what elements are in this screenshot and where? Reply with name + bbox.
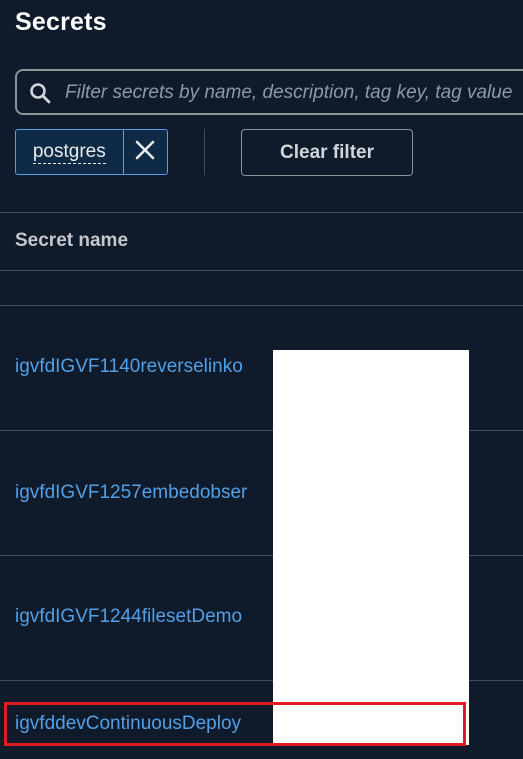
toolbar-divider [204,129,205,175]
close-icon [134,139,156,166]
filter-token-label[interactable]: postgres [16,130,123,174]
search-input[interactable]: Filter secrets by name, description, tag… [15,69,523,115]
secret-name-link[interactable]: igvfdIGVF1244filesetDemo [15,606,242,628]
redaction-box [273,350,469,745]
divider [0,212,523,213]
clear-filter-button[interactable]: Clear filter [241,129,413,176]
filter-token[interactable]: postgres [15,129,168,175]
secret-name-link[interactable]: igvfdIGVF1140reverselinko [15,356,243,378]
search-icon [29,82,51,104]
secrets-page: Secrets Filter secrets by name, descript… [0,0,523,759]
page-title: Secrets [15,8,107,36]
filter-token-value: postgres [32,140,106,164]
column-header-secret-name[interactable]: Secret name [15,230,128,252]
secret-name-link[interactable]: igvfdIGVF1257embedobser [15,482,247,504]
divider [0,270,523,271]
remove-filter-button[interactable] [122,130,167,174]
highlight-box [4,702,466,746]
search-placeholder: Filter secrets by name, description, tag… [65,82,513,103]
